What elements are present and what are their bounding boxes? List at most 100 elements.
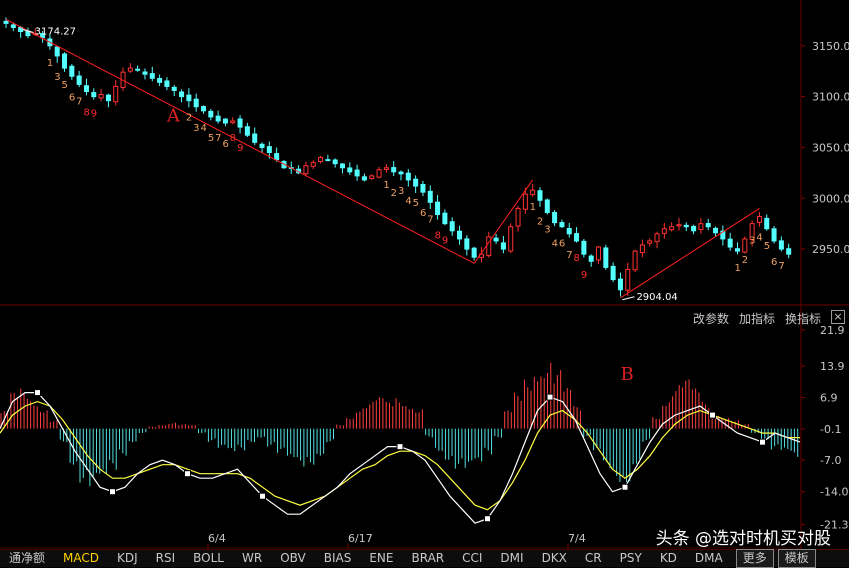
sequence-marker: 1 [530,202,536,213]
candle-body [632,250,638,271]
tab-wr[interactable]: WR [233,550,271,567]
tab-cr[interactable]: CR [576,550,611,567]
tab-kdj[interactable]: KDJ [108,550,147,567]
tab-boll[interactable]: BOLL [184,550,233,567]
tab-模板[interactable]: 模板 [777,549,816,568]
cross-marker [759,438,766,446]
candle-body [603,247,609,268]
price-tick-label: 3150.00 [812,40,849,53]
tab-brar[interactable]: BRAR [402,550,453,567]
candle-body [193,98,199,108]
macd-tick-label: -14.0 [820,486,848,499]
sequence-marker: 2 [537,216,543,227]
sequence-marker: 3 [193,123,199,134]
candle-body [157,78,163,83]
tab-macd[interactable]: MACD [54,550,108,567]
price-tick-label: 3000.00 [812,192,849,205]
tab-dmi[interactable]: DMI [491,550,532,567]
candle-body [552,212,558,224]
cross-marker [34,389,41,397]
candle-body [420,183,426,193]
tab-ene[interactable]: ENE [360,550,402,567]
sequence-marker: 3 [749,236,755,247]
macd-tick-label: -0.1 [820,423,841,436]
close-icon[interactable]: × [831,310,845,324]
tab-dkx[interactable]: DKX [533,550,576,567]
candle-body [149,73,155,79]
candle-body [449,221,455,232]
tab-psy[interactable]: PSY [611,550,651,567]
candle-body [691,225,697,232]
candle-body [530,189,536,196]
candle-body [566,228,572,235]
sequence-marker: 5 [764,241,770,252]
candle-body [442,212,448,225]
cross-marker [396,443,404,451]
price-panel: 3150.003100.003050.003000.002950.00AB317… [3,17,849,385]
candle-body [244,126,250,136]
tab-obv[interactable]: OBV [271,550,315,567]
candle-body [361,176,367,181]
tab-bias[interactable]: BIAS [315,550,361,567]
sequence-marker: 2 [391,188,397,199]
candle-body [135,68,141,71]
candle-body [544,199,550,213]
tab-cci[interactable]: CCI [453,550,491,567]
cross-marker [484,515,491,523]
cross-marker [184,470,191,478]
candle-body [493,237,499,242]
macd-tick-label: 13.9 [820,360,845,373]
candle-body [347,167,353,173]
candle-body [230,120,236,124]
candle-body [142,71,148,75]
trend-annotation: B [620,364,633,385]
swap-indicator-button[interactable]: 换指标 [785,310,821,327]
sequence-marker: 6 [559,239,565,250]
edit-params-button[interactable]: 改参数 [693,310,729,327]
candle-body [537,190,543,201]
candle-body [661,228,667,234]
candle-body [91,92,97,98]
sequence-marker: 5 [413,198,419,209]
low-price-label: 2904.04 [636,292,677,303]
sequence-marker: 6 [771,257,777,268]
candle-body [698,223,704,230]
candle-body [742,238,748,253]
date-tick-label: 6/4 [208,532,226,545]
candle-body [625,268,631,291]
candle-body [274,153,280,161]
candle-body [435,201,441,216]
candle-body [559,222,565,228]
candle-body [10,24,16,28]
candle-body [69,65,75,77]
candle-body [756,216,762,223]
tab-rsi[interactable]: RSI [147,550,185,567]
candle-body [405,172,411,181]
cross-marker [709,411,716,419]
candle-body [318,157,324,162]
candle-body [778,240,784,250]
candle-body [186,94,192,102]
candle-body [215,115,221,122]
sequence-marker: 6 [69,92,75,103]
tab-kd[interactable]: KD [651,550,686,567]
sequence-marker: 9 [581,270,587,281]
candle-body [164,80,170,87]
sequence-marker: 3 [544,224,550,235]
dea-line [0,400,800,511]
watermark: 头条 @选对时机买对股 [655,529,831,549]
candle-body [383,167,389,170]
stock-chart: 3150.003100.003050.003000.002950.00AB317… [0,0,849,549]
add-indicator-button[interactable]: 加指标 [739,310,775,327]
candle-body [200,106,207,112]
candle-body [574,233,580,242]
tab-更多[interactable]: 更多 [735,549,774,568]
date-tick-label: 6/17 [348,532,373,545]
candle-body [771,228,777,242]
tab-通净额[interactable]: 通净额 [0,550,54,567]
sequence-marker: 8 [435,231,441,242]
sequence-marker: 2 [186,113,192,124]
tab-dma[interactable]: DMA [686,550,732,567]
sequence-marker: 7 [215,133,221,144]
candle-body [786,248,792,255]
